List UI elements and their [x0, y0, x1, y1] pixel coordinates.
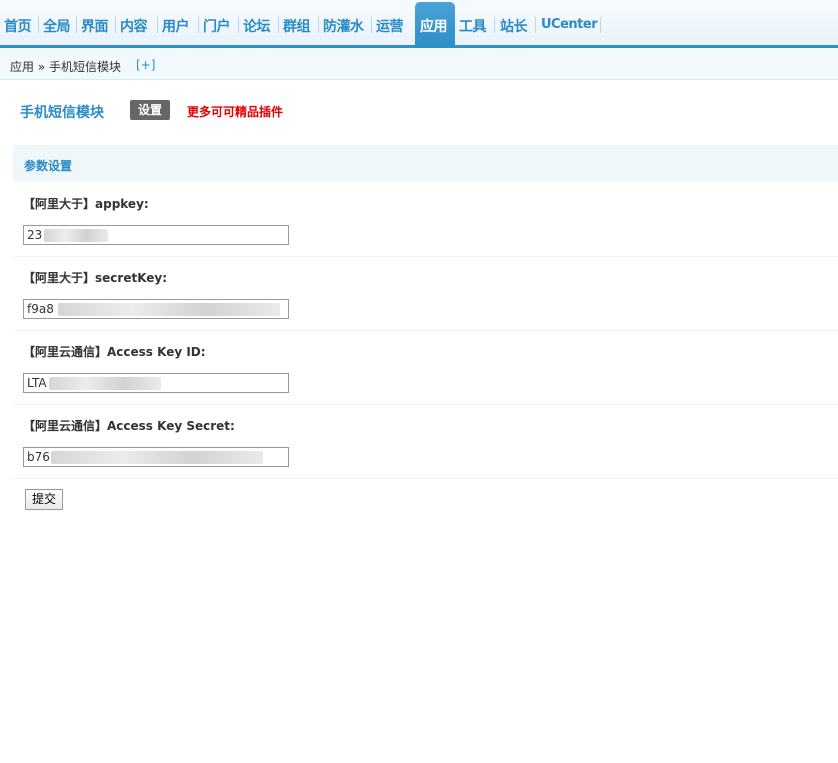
section-header: 参数设置: [13, 145, 838, 182]
redacted-mask: [49, 377, 161, 390]
field-label: 【阿里大于】secretKey:: [23, 271, 168, 285]
field-secretkey: 【阿里大于】secretKey:: [13, 257, 838, 331]
nav-label: 首页: [4, 19, 32, 35]
nav-label: UCenter: [541, 17, 598, 32]
settings-button[interactable]: 设置: [130, 100, 170, 120]
nav-label: 全局: [43, 19, 71, 35]
nav-label: 应用: [420, 19, 448, 35]
section-title: 参数设置: [24, 159, 73, 173]
top-nav: 首页 全局 界面 内容 用户 门户 论坛 群组 防灌水 运营 应用 工具 站长 …: [0, 0, 838, 48]
nav-label: 运营: [376, 19, 404, 35]
nav-label: 工具: [459, 19, 487, 35]
field-label: 【阿里大于】appkey:: [23, 197, 149, 211]
field-access-key-secret: 【阿里云通信】Access Key Secret:: [13, 405, 838, 479]
field-appkey: 【阿里大于】appkey:: [13, 183, 838, 257]
field-label: 【阿里云通信】Access Key ID:: [23, 345, 206, 359]
submit-button[interactable]: 提交: [25, 489, 63, 510]
breadcrumb: 应用 » 手机短信模块 [+]: [0, 49, 838, 80]
redacted-mask: [44, 229, 108, 242]
nav-label: 论坛: [243, 19, 271, 35]
redacted-mask: [51, 451, 263, 464]
nav-label: 界面: [81, 19, 109, 35]
nav-label: 站长: [500, 19, 528, 35]
nav-label: 内容: [120, 19, 148, 35]
nav-label: 用户: [162, 19, 190, 35]
nav-label: 防灌水: [323, 19, 364, 35]
field-label: 【阿里云通信】Access Key Secret:: [23, 419, 235, 433]
more-plugins-link[interactable]: 更多可可精品插件: [187, 103, 283, 120]
nav-label: 群组: [283, 19, 311, 35]
add-shortcut-link[interactable]: [+]: [136, 58, 155, 72]
nav-label: 门户: [203, 19, 231, 35]
page-title: 手机短信模块: [20, 105, 104, 121]
redacted-mask: [58, 303, 280, 316]
breadcrumb-path: 应用 » 手机短信模块: [10, 60, 121, 74]
field-access-key-id: 【阿里云通信】Access Key ID:: [13, 331, 838, 405]
